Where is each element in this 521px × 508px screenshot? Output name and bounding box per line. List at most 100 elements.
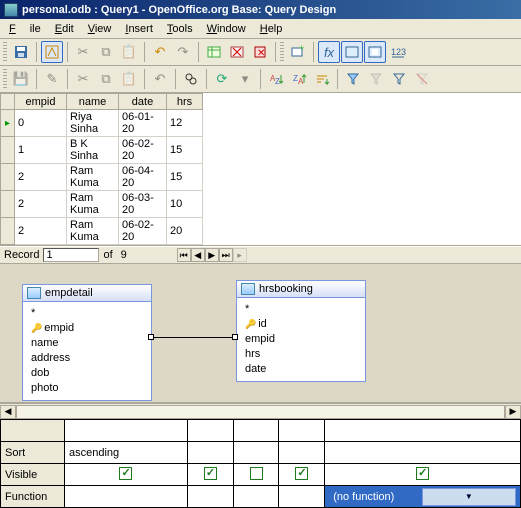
- sort-desc-icon[interactable]: ZA: [288, 68, 310, 90]
- col-date[interactable]: date: [119, 94, 167, 110]
- cell-empid[interactable]: 2: [15, 164, 67, 191]
- menu-window[interactable]: Window: [200, 21, 253, 37]
- record-current[interactable]: [43, 248, 99, 262]
- cell-name[interactable]: Riya Sinha: [67, 110, 119, 137]
- clear-query-icon[interactable]: [226, 41, 248, 63]
- sort-cell-0[interactable]: ascending: [65, 442, 188, 464]
- copy-icon[interactable]: ⧉: [95, 68, 117, 90]
- standard-filter-icon[interactable]: [388, 68, 410, 90]
- refresh-options-icon[interactable]: ▾: [234, 68, 256, 90]
- col-hrs[interactable]: hrs: [167, 94, 203, 110]
- cell-hrs[interactable]: 10: [167, 191, 203, 218]
- field-name[interactable]: name: [29, 336, 145, 351]
- edit-mode-icon[interactable]: [41, 41, 63, 63]
- field-date[interactable]: date: [243, 362, 359, 377]
- undo-icon[interactable]: ↶: [149, 41, 171, 63]
- visible-check-2[interactable]: [250, 467, 263, 480]
- function-cell-4[interactable]: (no function) ▼: [325, 486, 521, 508]
- nav-first-icon[interactable]: ⏮: [177, 248, 191, 262]
- cell-empid[interactable]: 0: [15, 110, 67, 137]
- cell-hrs[interactable]: 20: [167, 218, 203, 245]
- cell-empid[interactable]: 2: [15, 218, 67, 245]
- scroll-right-icon[interactable]: ▶: [505, 405, 521, 419]
- field-hrs[interactable]: hrs: [243, 347, 359, 362]
- add-table-icon[interactable]: +: [287, 41, 309, 63]
- join-line[interactable]: [152, 337, 236, 338]
- redo-icon[interactable]: ↷: [172, 41, 194, 63]
- result-grid[interactable]: empid name date hrs ▸ 0 Riya Sinha 06-01…: [0, 93, 203, 245]
- col-empid[interactable]: empid: [15, 94, 67, 110]
- field-address[interactable]: address: [29, 351, 145, 366]
- nav-new-icon[interactable]: ▸: [233, 248, 247, 262]
- visible-check-1[interactable]: [204, 467, 217, 480]
- cell-hrs[interactable]: 15: [167, 164, 203, 191]
- relation-canvas[interactable]: empdetail *empidnameaddressdobphoto hrsb…: [0, 264, 521, 403]
- menu-help[interactable]: Help: [253, 21, 290, 37]
- refresh-icon[interactable]: ⟳: [211, 68, 233, 90]
- visible-check-3[interactable]: [295, 467, 308, 480]
- col-name[interactable]: name: [67, 94, 119, 110]
- paste-icon[interactable]: 📋: [118, 68, 140, 90]
- sort-cell-2[interactable]: [233, 442, 279, 464]
- edit-data-icon[interactable]: ✎: [41, 68, 63, 90]
- save-icon[interactable]: [10, 41, 32, 63]
- save-record-icon[interactable]: 💾: [10, 68, 32, 90]
- sort-asc-icon[interactable]: AZ: [265, 68, 287, 90]
- field-empid[interactable]: empid: [29, 321, 145, 336]
- field-photo[interactable]: photo: [29, 381, 145, 396]
- scroll-left-icon[interactable]: ◀: [0, 405, 16, 419]
- menu-tools[interactable]: Tools: [160, 21, 200, 37]
- menu-view[interactable]: View: [81, 21, 119, 37]
- run-query-icon[interactable]: [203, 41, 225, 63]
- cell-hrs[interactable]: 12: [167, 110, 203, 137]
- sort-icon[interactable]: [311, 68, 333, 90]
- cell-empid[interactable]: 2: [15, 191, 67, 218]
- visible-check-4[interactable]: [416, 467, 429, 480]
- tablewin-hrsbooking[interactable]: hrsbooking *idempidhrsdate: [236, 280, 366, 382]
- function-cell-0[interactable]: [65, 486, 188, 508]
- apply-filter-icon[interactable]: [365, 68, 387, 90]
- nav-last-icon[interactable]: ⏭: [219, 248, 233, 262]
- remove-filter-icon[interactable]: [411, 68, 433, 90]
- menu-file[interactable]: File: [2, 21, 48, 37]
- function-cell-2[interactable]: [233, 486, 279, 508]
- tablewin-empdetail[interactable]: empdetail *empidnameaddressdobphoto: [22, 284, 152, 401]
- toolbar-grip[interactable]: [3, 69, 7, 89]
- row-header[interactable]: [1, 164, 15, 191]
- alias-icon[interactable]: [364, 41, 386, 63]
- functions-icon[interactable]: fx: [318, 41, 340, 63]
- hscrollbar[interactable]: ◀ ▶: [0, 403, 521, 419]
- cut-icon[interactable]: ✂: [72, 68, 94, 90]
- cell-date[interactable]: 06-02-20: [119, 137, 167, 164]
- field-*[interactable]: *: [29, 306, 145, 321]
- visible-check-0[interactable]: [119, 467, 132, 480]
- cell-date[interactable]: 06-03-20: [119, 191, 167, 218]
- dropdown-icon[interactable]: ▼: [422, 488, 516, 506]
- nav-prev-icon[interactable]: ◀: [191, 248, 205, 262]
- sort-cell-1[interactable]: [187, 442, 233, 464]
- toolbar-grip[interactable]: [3, 42, 7, 62]
- design-grid[interactable]: Sort ascending Visible Function (no func…: [0, 419, 521, 508]
- paste-icon[interactable]: 📋: [118, 41, 140, 63]
- cell-empid[interactable]: 1: [15, 137, 67, 164]
- cell-date[interactable]: 06-01-20: [119, 110, 167, 137]
- sort-cell-4[interactable]: [325, 442, 521, 464]
- menu-edit[interactable]: Edit: [48, 21, 81, 37]
- scroll-track[interactable]: [16, 405, 505, 419]
- field-*[interactable]: *: [243, 302, 359, 317]
- function-cell-3[interactable]: [279, 486, 325, 508]
- field-id[interactable]: id: [243, 317, 359, 332]
- corner-cell[interactable]: [1, 94, 15, 110]
- row-header[interactable]: [1, 191, 15, 218]
- row-header[interactable]: [1, 218, 15, 245]
- cut-icon[interactable]: ✂: [72, 41, 94, 63]
- autofilter-icon[interactable]: [342, 68, 364, 90]
- field-empid[interactable]: empid: [243, 332, 359, 347]
- cell-date[interactable]: 06-02-20: [119, 218, 167, 245]
- toolbar-grip[interactable]: [280, 42, 284, 62]
- copy-icon[interactable]: ⧉: [95, 41, 117, 63]
- cell-name[interactable]: Ram Kuma: [67, 191, 119, 218]
- cell-name[interactable]: Ram Kuma: [67, 164, 119, 191]
- cell-name[interactable]: B K Sinha: [67, 137, 119, 164]
- field-dob[interactable]: dob: [29, 366, 145, 381]
